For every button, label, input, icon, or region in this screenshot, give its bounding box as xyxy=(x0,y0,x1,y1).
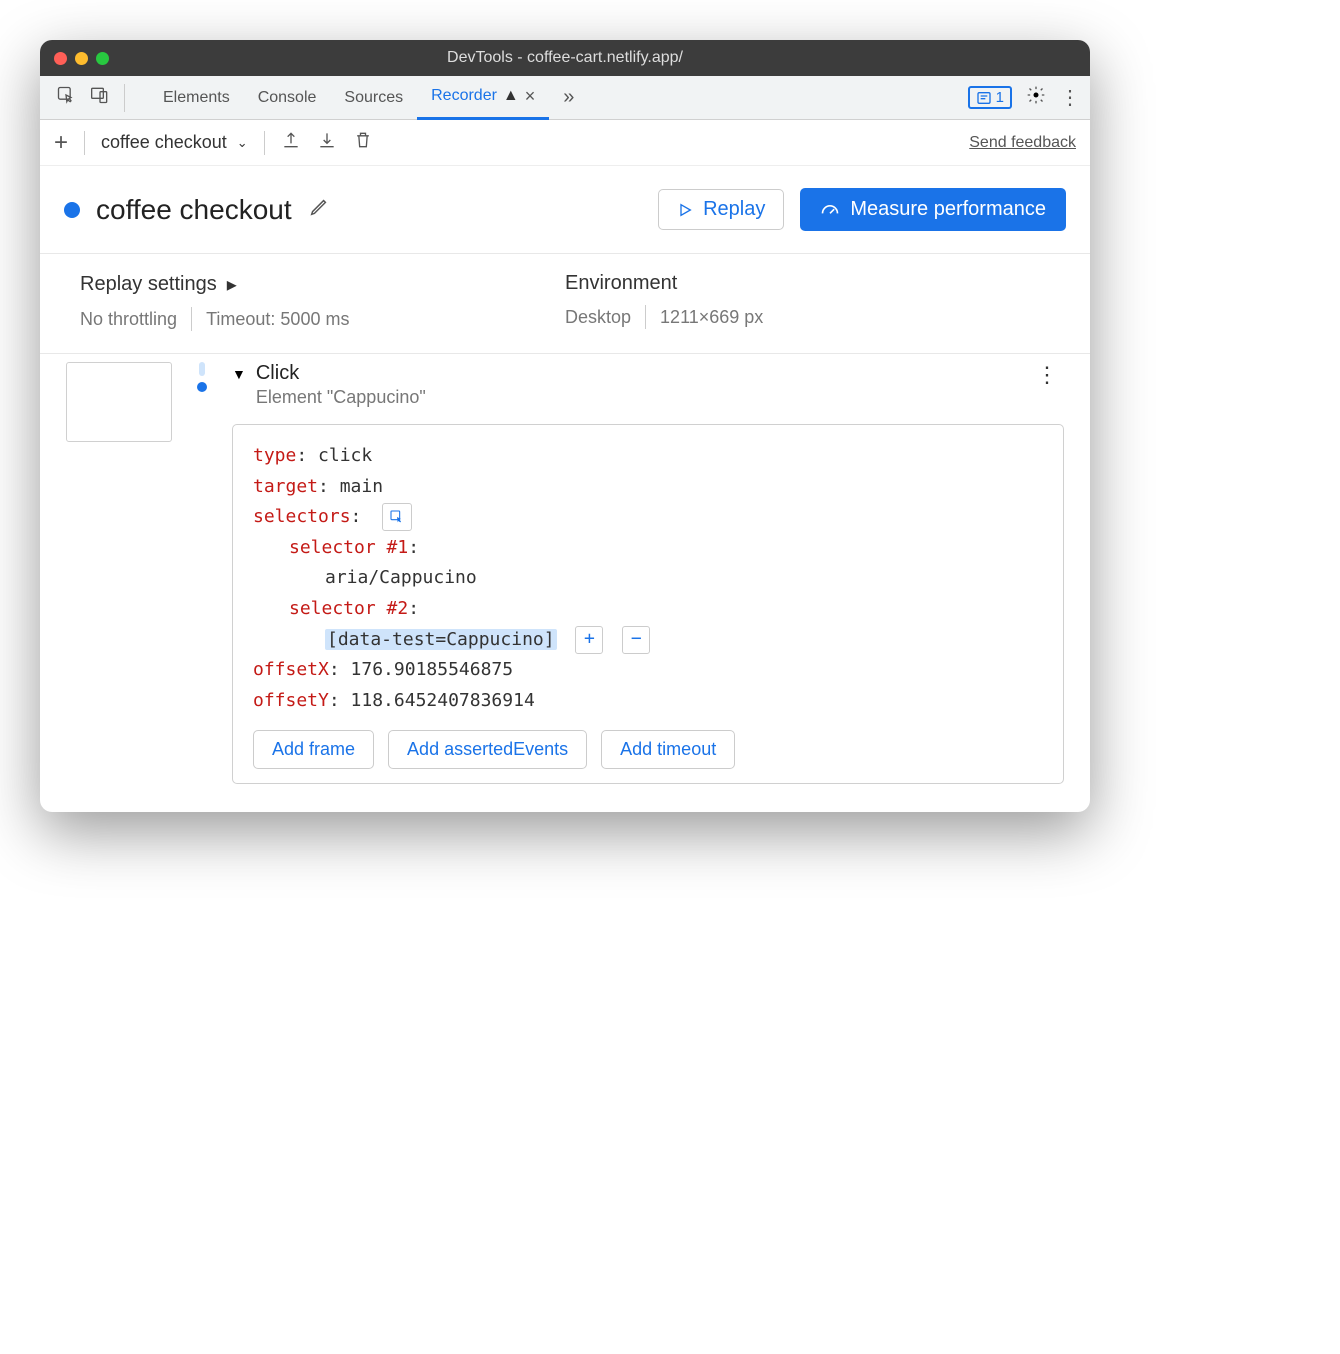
offsetx-value[interactable]: 176.90185546875 xyxy=(351,659,514,680)
add-timeout-button[interactable]: Add timeout xyxy=(601,730,735,769)
step-menu-button[interactable]: ⋮ xyxy=(1030,362,1064,388)
close-window-button[interactable] xyxy=(54,52,67,65)
add-frame-button[interactable]: Add frame xyxy=(253,730,374,769)
recording-indicator-icon xyxy=(64,202,80,218)
kebab-menu-icon[interactable]: ⋮ xyxy=(1060,85,1080,110)
tab-recorder[interactable]: Recorder ▲ × xyxy=(417,76,549,120)
step-title: Click xyxy=(256,362,1020,385)
recording-selector[interactable]: coffee checkout ⌄ xyxy=(101,132,248,153)
remove-selector-button[interactable]: − xyxy=(622,626,650,654)
add-asserted-events-button[interactable]: Add assertedEvents xyxy=(388,730,587,769)
close-tab-icon[interactable]: × xyxy=(525,86,536,107)
timeline xyxy=(172,354,232,784)
selector-picker-button[interactable] xyxy=(382,503,412,531)
step-details: type: click target: main selectors: sele… xyxy=(232,424,1064,784)
step-area: ▼ Click Element "Cappucino" ⋮ type: clic… xyxy=(40,354,1090,784)
replay-settings-toggle[interactable]: Replay settings ▸ xyxy=(80,272,565,297)
chevron-down-icon[interactable]: ▼ xyxy=(232,366,246,382)
new-recording-button[interactable]: + xyxy=(54,129,68,157)
devtools-window: DevTools - coffee-cart.netlify.app/ Elem… xyxy=(40,40,1090,812)
target-value[interactable]: main xyxy=(340,476,383,497)
tab-console[interactable]: Console xyxy=(244,76,331,120)
recording-title: coffee checkout xyxy=(96,194,292,226)
settings-row: Replay settings ▸ No throttling Timeout:… xyxy=(40,254,1090,354)
selector-2-key: selector #2 xyxy=(289,598,408,619)
import-icon[interactable] xyxy=(317,130,337,155)
tab-elements[interactable]: Elements xyxy=(149,76,244,120)
offsety-key: offsetY xyxy=(253,690,329,711)
offsety-value[interactable]: 118.6452407836914 xyxy=(351,690,535,711)
send-feedback-link[interactable]: Send feedback xyxy=(969,134,1076,152)
chevron-right-icon: ▸ xyxy=(227,272,237,297)
issues-badge[interactable]: 1 xyxy=(968,86,1012,109)
device-value: Desktop xyxy=(565,307,631,328)
step-subtitle: Element "Cappucino" xyxy=(256,387,1020,408)
panel-tabbar: Elements Console Sources Recorder ▲ × » … xyxy=(40,76,1090,120)
replay-button[interactable]: Replay xyxy=(658,189,784,230)
timeout-value: Timeout: 5000 ms xyxy=(206,309,349,330)
edit-title-icon[interactable] xyxy=(308,196,330,223)
recorder-toolbar: + coffee checkout ⌄ Send feedback xyxy=(40,120,1090,166)
selector-2-value[interactable]: [data-test=Cappucino] xyxy=(325,629,557,650)
export-icon[interactable] xyxy=(281,130,301,155)
maximize-window-button[interactable] xyxy=(96,52,109,65)
minimize-window-button[interactable] xyxy=(75,52,88,65)
titlebar: DevTools - coffee-cart.netlify.app/ xyxy=(40,40,1090,76)
throttling-value: No throttling xyxy=(80,309,177,330)
selectors-key: selectors xyxy=(253,506,351,527)
inspect-element-icon[interactable] xyxy=(56,85,76,110)
window-title: DevTools - coffee-cart.netlify.app/ xyxy=(447,49,683,67)
selector-1-value[interactable]: aria/Cappucino xyxy=(325,567,477,588)
measure-performance-button[interactable]: Measure performance xyxy=(800,188,1066,231)
viewport-value: 1211×669 px xyxy=(660,307,763,328)
environment-label: Environment xyxy=(565,272,1050,295)
chevron-down-icon: ⌄ xyxy=(237,135,248,151)
device-toggle-icon[interactable] xyxy=(90,85,110,110)
gear-icon[interactable] xyxy=(1026,85,1046,110)
recording-header: coffee checkout Replay Measure performan… xyxy=(40,166,1090,254)
add-selector-button[interactable]: + xyxy=(575,626,603,654)
offsetx-key: offsetX xyxy=(253,659,329,680)
delete-icon[interactable] xyxy=(353,130,373,155)
pin-icon: ▲ xyxy=(503,87,519,105)
traffic-lights xyxy=(54,52,109,65)
more-tabs-button[interactable]: » xyxy=(549,76,588,120)
type-value[interactable]: click xyxy=(318,445,372,466)
step-preview-thumbnail[interactable] xyxy=(66,362,172,442)
timeline-dot-icon xyxy=(197,382,207,392)
tab-sources[interactable]: Sources xyxy=(330,76,417,120)
type-key: type xyxy=(253,445,296,466)
selector-1-key: selector #1 xyxy=(289,537,408,558)
target-key: target xyxy=(253,476,318,497)
